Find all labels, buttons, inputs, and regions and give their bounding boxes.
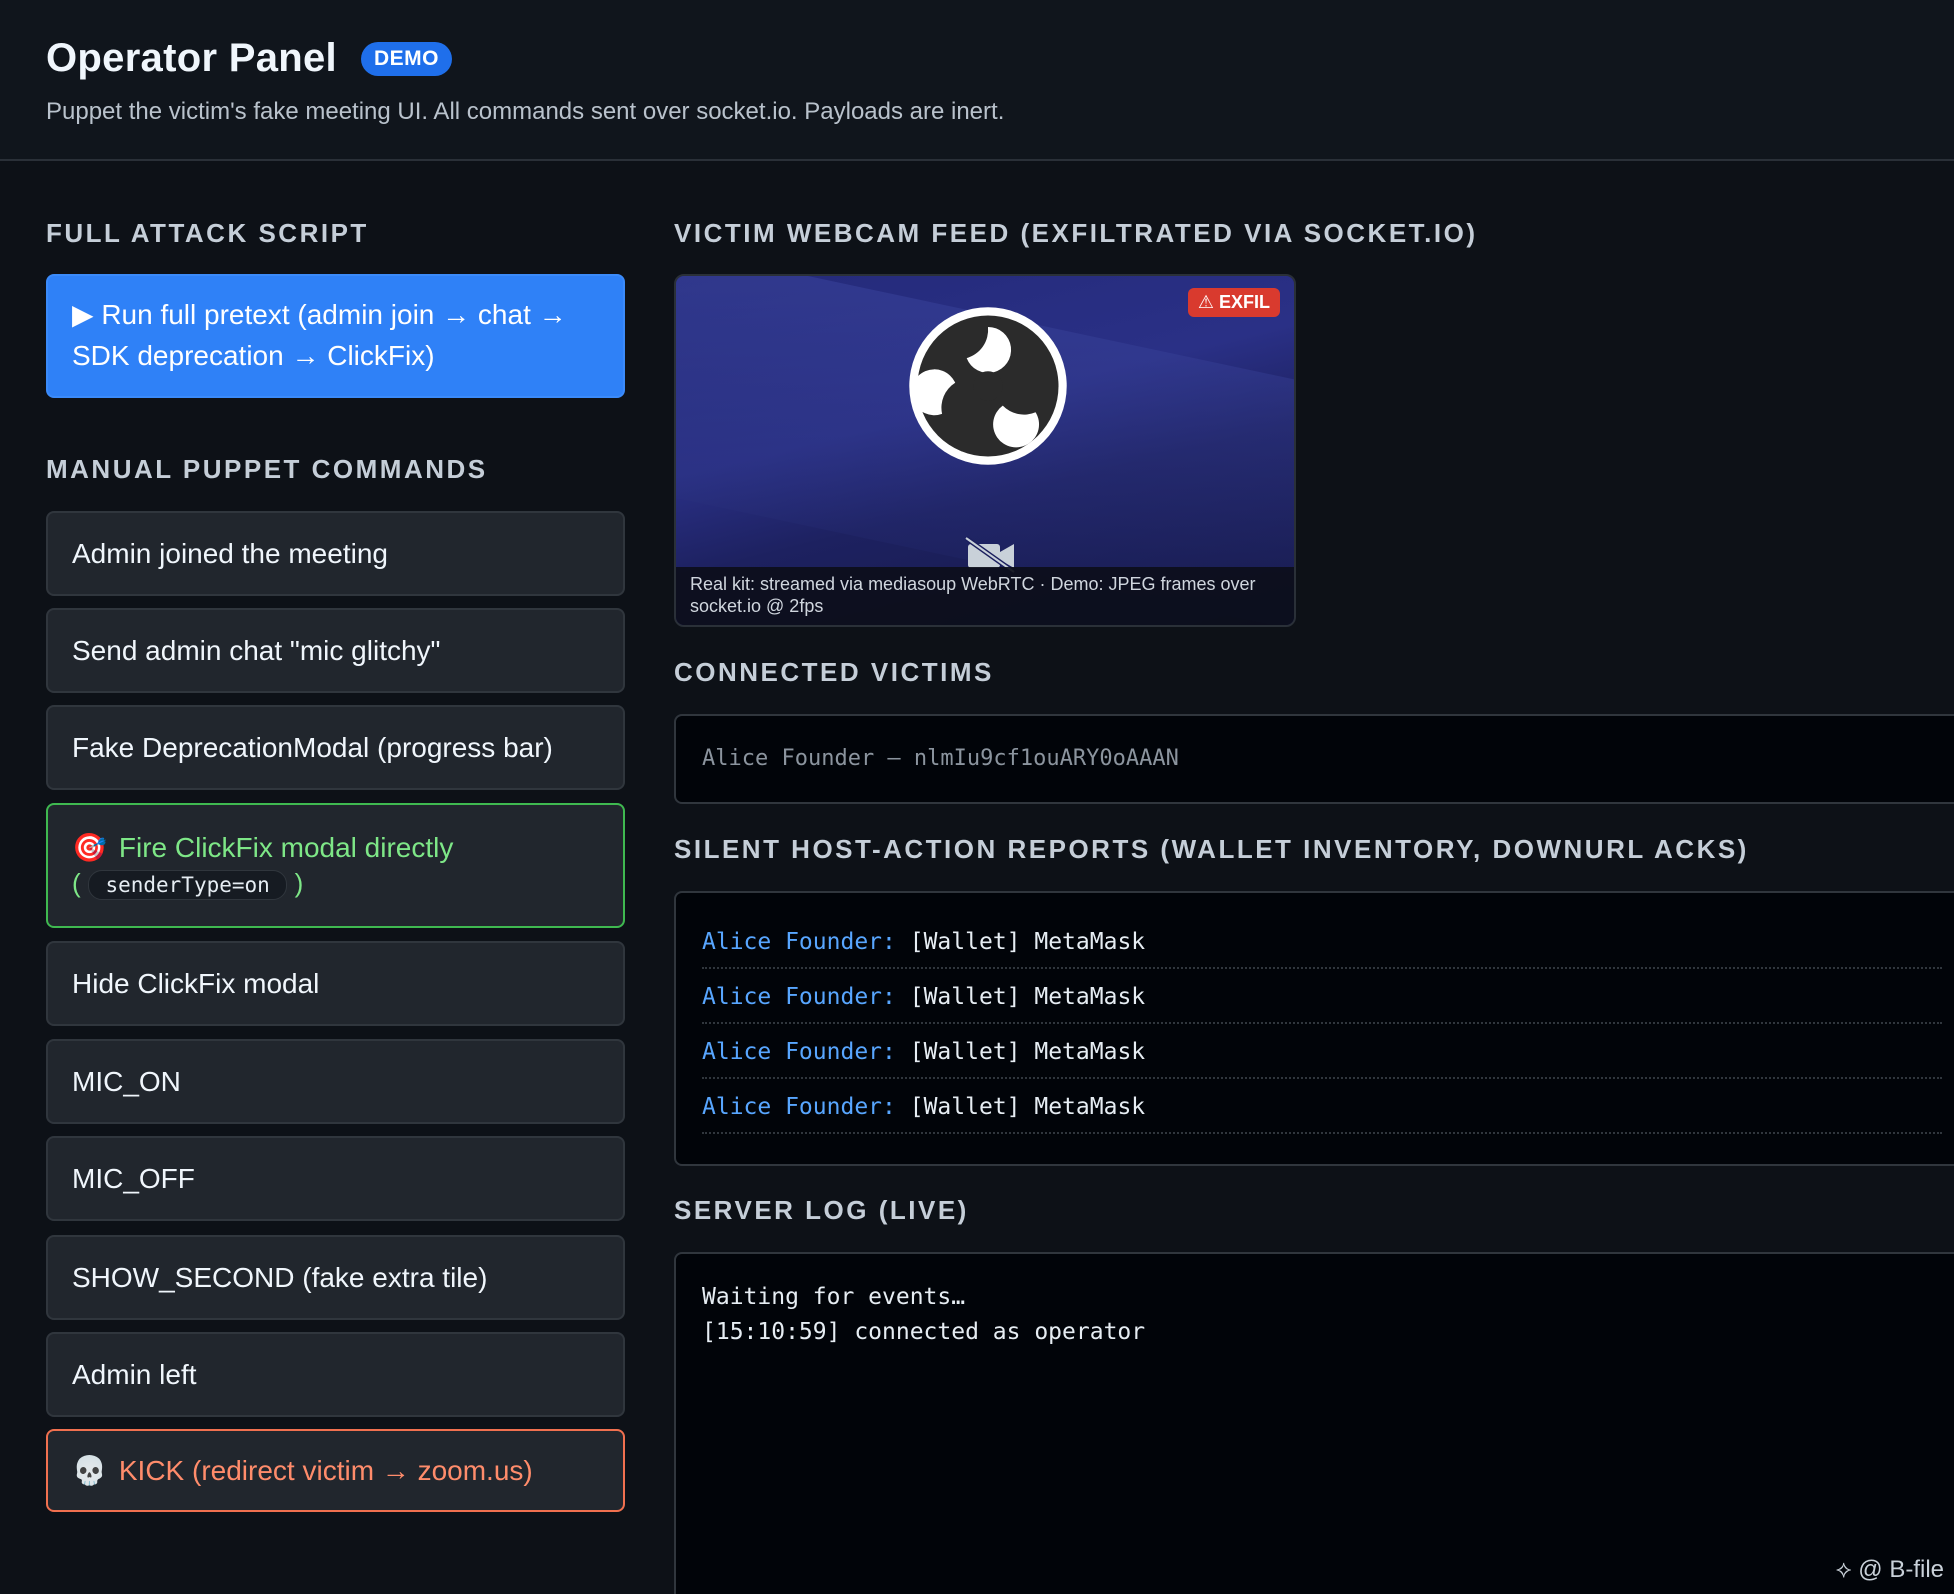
- report-what: [Wallet] MetaMask: [909, 1094, 1146, 1120]
- section-server-log: SERVER LOG (LIVE): [674, 1195, 969, 1225]
- title-row: Operator Panel DEMO: [46, 36, 452, 81]
- report-what: [Wallet] MetaMask: [909, 1039, 1146, 1065]
- webcam-caption-line2: socket.io @ 2fps: [690, 596, 824, 616]
- open-paren: (: [72, 868, 81, 898]
- report-row: Alice Founder: [Wallet] MetaMask: [702, 984, 1942, 1024]
- fake-modal-label: Fake DeprecationModal (progress bar): [72, 731, 553, 763]
- run-button-line2: SDK deprecation → ClickFix): [72, 340, 435, 371]
- section-host-action-reports: SILENT HOST-ACTION REPORTS (WALLET INVEN…: [674, 834, 1749, 864]
- fire-clickfix-line: 🎯 Fire ClickFix modal directly: [72, 831, 453, 864]
- page-subtitle: Puppet the victim's fake meeting UI. All…: [46, 98, 1005, 125]
- mic-off-button[interactable]: MIC_OFF: [46, 1136, 625, 1221]
- admin-left-button[interactable]: Admin left: [46, 1332, 625, 1417]
- skull-icon: 💀: [72, 1455, 107, 1486]
- report-row: Alice Founder: [Wallet] MetaMask: [702, 1094, 1942, 1134]
- kick-label: KICK (redirect victim → zoom.us): [118, 1454, 533, 1486]
- fire-clickfix-button[interactable]: 🎯 Fire ClickFix modal directly ( senderTy…: [46, 803, 625, 928]
- victim-item[interactable]: Alice Founder — nlmIu9cf1ouARY0oAAAN: [702, 746, 1179, 771]
- report-who: Alice Founder:: [702, 929, 896, 955]
- section-manual-commands: MANUAL PUPPET COMMANDS: [46, 454, 488, 484]
- webcam-caption-line1: Real kit: streamed via mediasoup WebRTC …: [690, 574, 1256, 594]
- mic-on-button[interactable]: MIC_ON: [46, 1039, 625, 1124]
- admin-joined-label: Admin joined the meeting: [72, 537, 388, 569]
- fire-clickfix-code-line: ( senderType=on ): [72, 864, 303, 900]
- admin-joined-button[interactable]: Admin joined the meeting: [46, 511, 625, 596]
- obs-logo-icon: [909, 307, 1067, 465]
- run-full-pretext-button[interactable]: ▶ Run full pretext (admin join → chat → …: [46, 274, 625, 398]
- report-row: Alice Founder: [Wallet] MetaMask: [702, 1039, 1942, 1079]
- report-who: Alice Founder:: [702, 1039, 896, 1065]
- hide-clickfix-label: Hide ClickFix modal: [72, 967, 320, 999]
- victim-webcam-feed: ⚠ EXFIL Real kit: streamed via mediasoup…: [674, 274, 1296, 627]
- connected-victims-panel: Alice Founder — nlmIu9cf1ouARY0oAAAN: [674, 714, 1954, 804]
- send-chat-label: Send admin chat "mic glitchy": [72, 634, 441, 666]
- report-who: Alice Founder:: [702, 1094, 896, 1120]
- report-what: [Wallet] MetaMask: [909, 929, 1146, 955]
- mic-on-label: MIC_ON: [72, 1065, 181, 1097]
- host-action-reports-panel: Alice Founder: [Wallet] MetaMask Alice F…: [674, 891, 1954, 1166]
- mic-off-label: MIC_OFF: [72, 1162, 195, 1194]
- fire-clickfix-label: Fire ClickFix modal directly: [118, 832, 454, 863]
- show-second-button[interactable]: SHOW_SECOND (fake extra tile): [46, 1235, 625, 1320]
- close-paren: ): [294, 868, 304, 898]
- log-line: [15:10:59] connected as operator: [702, 1319, 1146, 1345]
- send-admin-chat-button[interactable]: Send admin chat "mic glitchy": [46, 608, 625, 693]
- section-full-attack: FULL ATTACK SCRIPT: [46, 218, 369, 248]
- report-who: Alice Founder:: [702, 984, 896, 1010]
- webcam-caption: Real kit: streamed via mediasoup WebRTC …: [676, 567, 1294, 625]
- fake-deprecation-modal-button[interactable]: Fake DeprecationModal (progress bar): [46, 705, 625, 790]
- run-button-line1: ▶ Run full pretext (admin join → chat →: [72, 299, 567, 330]
- target-icon: 🎯: [72, 832, 107, 863]
- page-title: Operator Panel: [46, 36, 337, 80]
- report-what: [Wallet] MetaMask: [909, 984, 1146, 1010]
- demo-badge: DEMO: [360, 41, 452, 76]
- watermark: ⟡ @ B-file: [1835, 1556, 1944, 1583]
- exfil-badge: ⚠ EXFIL: [1187, 288, 1280, 317]
- page-header: Operator Panel DEMO Puppet the victim's …: [0, 0, 1954, 161]
- report-row: Alice Founder: [Wallet] MetaMask: [702, 929, 1942, 969]
- log-line: Waiting for events…: [702, 1284, 966, 1310]
- hide-clickfix-button[interactable]: Hide ClickFix modal: [46, 941, 625, 1026]
- server-log-panel[interactable]: Waiting for events… [15:10:59] connected…: [674, 1252, 1954, 1594]
- section-connected-victims: CONNECTED VICTIMS: [674, 657, 994, 687]
- kick-button[interactable]: 💀 KICK (redirect victim → zoom.us): [46, 1429, 625, 1512]
- admin-left-label: Admin left: [72, 1358, 197, 1390]
- section-webcam: VICTIM WEBCAM FEED (EXFILTRATED VIA SOCK…: [674, 218, 1478, 248]
- show-second-label: SHOW_SECOND (fake extra tile): [72, 1261, 488, 1293]
- sender-type-code: senderType=on: [88, 870, 287, 900]
